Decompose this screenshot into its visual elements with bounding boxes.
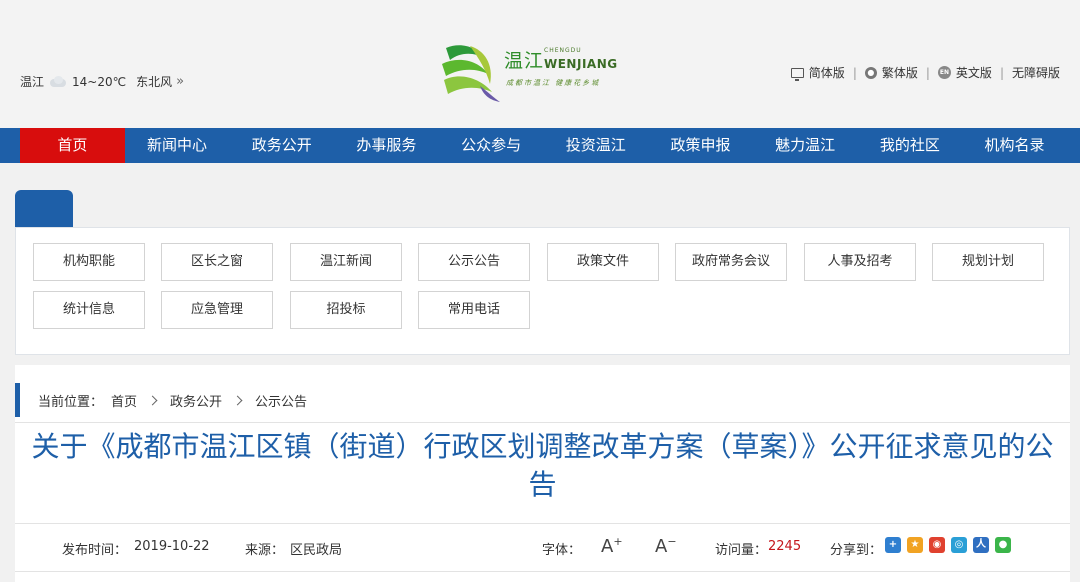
separator: |: [999, 65, 1004, 80]
category-button[interactable]: 规划计划: [932, 243, 1044, 281]
weather-wind: 东北风: [136, 75, 173, 89]
share-wechat-icon[interactable]: ●: [995, 537, 1011, 553]
monitor-icon: [790, 67, 804, 81]
traditional-icon: ●: [864, 66, 877, 79]
category-button[interactable]: 招投标: [290, 291, 402, 329]
cloud-icon: [48, 75, 68, 88]
nav-community[interactable]: 我的社区: [858, 128, 963, 163]
share-tqq-icon[interactable]: ◎: [951, 537, 967, 553]
logo-en-big: WENJIANG: [544, 57, 618, 71]
font-increase-button[interactable]: A+: [601, 535, 623, 557]
main-nav: 首页 新闻中心 政务公开 办事服务 公众参与 投资温江 政策申报 魅力温江 我的…: [0, 128, 1080, 163]
weather-temp: 14~20℃: [72, 74, 127, 89]
category-button[interactable]: 人事及招考: [804, 243, 916, 281]
divider: [15, 523, 1070, 524]
share-weibo-icon[interactable]: ◉: [929, 537, 945, 553]
visits-count: 2245: [768, 539, 802, 554]
breadcrumb-gov-affairs[interactable]: 政务公开: [170, 391, 222, 410]
nav-home[interactable]: 首页: [20, 128, 125, 163]
share-qzone-icon[interactable]: ★: [907, 537, 923, 553]
article-title: 关于《成都市温江区镇（街道）行政区划调整改革方案（草案）》公开征求意见的公告: [31, 430, 1054, 501]
separator: |: [925, 65, 930, 80]
category-button[interactable]: 统计信息: [33, 291, 145, 329]
share-plus-icon[interactable]: +: [885, 537, 901, 553]
category-button[interactable]: 常用电话: [418, 291, 530, 329]
site-header: 温江 14~20℃ 东北风 » 温江 CHENGDU WENJIANG 成都市温…: [0, 0, 1080, 128]
nav-services[interactable]: 办事服务: [334, 128, 439, 163]
nav-charm[interactable]: 魅力温江: [753, 128, 858, 163]
visits-label: 访问量：: [715, 543, 768, 558]
weather-more-link[interactable]: »: [176, 74, 184, 89]
logo-slogan: 成都市温江 健康花乡城: [506, 79, 601, 87]
share-renren-icon[interactable]: 人: [973, 537, 989, 553]
category-button[interactable]: 区长之窗: [161, 243, 273, 281]
breadcrumb-accent: [15, 383, 20, 417]
logo-swirl-icon: [442, 45, 500, 102]
separator: |: [852, 65, 857, 80]
date-label: 发布时间：: [62, 543, 128, 558]
font-label: 字体：: [542, 543, 582, 558]
site-logo[interactable]: 温江 CHENGDU WENJIANG 成都市温江 健康花乡城: [440, 40, 618, 106]
weather-widget: 温江 14~20℃ 东北风 »: [20, 73, 184, 90]
english-link[interactable]: EN 英文版: [937, 64, 992, 81]
category-panel: 机构职能 区长之窗 温江新闻 公示公告 政策文件 政府常务会议 人事及招考 规划…: [15, 227, 1070, 355]
nav-participation[interactable]: 公众参与: [439, 128, 544, 163]
article-meta: 发布时间： 2019-10-22 来源： 区民政局 字体： A+ A− 访问量：…: [15, 535, 1070, 559]
share-icons: + ★ ◉ ◎ 人 ●: [885, 537, 1017, 553]
logo-cn-name: 温江: [504, 50, 545, 72]
source-value: 区民政局: [290, 543, 343, 558]
weather-city: 温江: [20, 75, 45, 89]
category-button[interactable]: 政府常务会议: [675, 243, 787, 281]
chevron-right-icon: [232, 395, 243, 405]
nav-investment[interactable]: 投资温江: [543, 128, 648, 163]
logo-en-small: CHENGDU: [544, 47, 582, 54]
article-section: 当前位置： 首页 政务公开 公示公告 关于《成都市温江区镇（街道）行政区划调整改…: [15, 365, 1070, 582]
breadcrumb-label: 当前位置：: [38, 394, 104, 410]
nav-directory[interactable]: 机构名录: [962, 128, 1067, 163]
category-tab[interactable]: [15, 190, 73, 228]
nav-news[interactable]: 新闻中心: [125, 128, 230, 163]
simplified-link[interactable]: 简体版: [790, 64, 845, 81]
chevron-right-icon: [147, 395, 158, 405]
breadcrumb-notices[interactable]: 公示公告: [255, 391, 307, 410]
category-button[interactable]: 应急管理: [161, 291, 273, 329]
category-button[interactable]: 机构职能: [33, 243, 145, 281]
category-button[interactable]: 政策文件: [547, 243, 659, 281]
nav-policy[interactable]: 政策申报: [648, 128, 753, 163]
divider: [15, 422, 1070, 423]
divider: [15, 571, 1070, 572]
accessible-link[interactable]: 无障碍版: [1012, 64, 1060, 81]
traditional-link[interactable]: ● 繁体版: [864, 64, 918, 81]
publish-date: 2019-10-22: [134, 539, 210, 554]
category-button[interactable]: 温江新闻: [290, 243, 402, 281]
font-decrease-button[interactable]: A−: [655, 535, 677, 557]
breadcrumb-home[interactable]: 首页: [111, 391, 137, 410]
breadcrumb: 当前位置： 首页 政务公开 公示公告: [15, 383, 1070, 417]
language-switcher: 简体版 | ● 繁体版 | EN 英文版 | 无障碍版: [790, 64, 1060, 81]
source-label: 来源：: [245, 543, 285, 558]
category-button[interactable]: 公示公告: [418, 243, 530, 281]
en-icon: EN: [937, 66, 951, 79]
share-label: 分享到：: [830, 543, 883, 558]
nav-gov-affairs[interactable]: 政务公开: [229, 128, 334, 163]
